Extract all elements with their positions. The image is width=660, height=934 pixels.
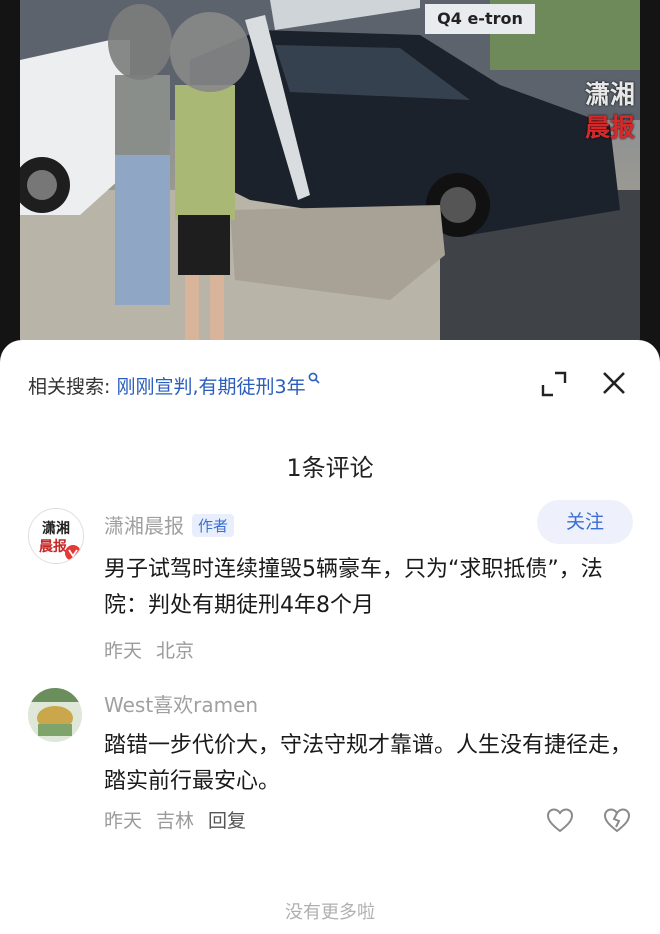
svg-text:晨报: 晨报	[39, 539, 67, 555]
reply-button[interactable]: 回复	[208, 810, 246, 832]
comment-meta: 昨天 北京	[104, 636, 208, 663]
close-icon[interactable]	[600, 369, 628, 397]
video-sign: Q4 e-tron	[425, 4, 535, 34]
dislike-icon[interactable]	[603, 807, 631, 833]
comment-text: 男子试驾时连续撞毁5辆豪车，只为“求职抵债”，法院：判处有期徒刑4年8个月	[104, 557, 603, 618]
author-badge: 作者	[192, 514, 235, 537]
no-more-text: 没有更多啦	[285, 902, 375, 923]
comments-panel: 相关搜索: 刚刚宣判,有期徒刑3年 1条评论 潇湘 晨报 潇湘晨报 作者 关注 男…	[0, 340, 660, 934]
comment-time: 昨天	[104, 810, 143, 832]
comment-username[interactable]: 潇湘晨报 作者	[104, 510, 235, 539]
comment-location: 吉林	[156, 810, 195, 832]
related-search-query[interactable]: 刚刚宣判,有期徒刑3年	[116, 376, 305, 398]
avatar[interactable]	[28, 688, 82, 742]
video-watermark: 潇湘 晨报	[585, 78, 640, 144]
video-player[interactable]: Q4 e-tron 潇湘 晨报	[0, 0, 660, 360]
comment-meta: 昨天 吉林 回复	[104, 806, 260, 833]
avatar[interactable]: 潇湘 晨报	[28, 508, 84, 564]
comment-time: 昨天	[104, 640, 143, 662]
related-search: 相关搜索: 刚刚宣判,有期徒刑3年	[28, 372, 320, 399]
expand-icon[interactable]	[540, 370, 568, 398]
avatar-image	[28, 688, 82, 742]
comment-count: 1条评论	[286, 454, 374, 482]
avatar-logo: 潇湘 晨报	[29, 509, 83, 563]
watermark-line-2: 晨报	[585, 113, 636, 142]
search-icon[interactable]	[308, 372, 320, 384]
video-scene	[20, 0, 640, 340]
video-frame: Q4 e-tron 潇湘 晨报	[20, 0, 640, 340]
comment-text: 踏错一步代价大，守法守规才靠谱。人生没有捷径走，踏实前行最安心。	[104, 733, 633, 794]
watermark-line-1: 潇湘	[585, 80, 636, 109]
comment-username[interactable]: West喜欢ramen	[104, 689, 258, 718]
follow-button[interactable]: 关注	[537, 500, 633, 544]
like-icon[interactable]	[546, 807, 574, 833]
related-search-label: 相关搜索:	[28, 376, 111, 398]
svg-text:潇湘: 潇湘	[42, 520, 70, 537]
comment-location: 北京	[156, 640, 195, 662]
username-text[interactable]: 潇湘晨报	[104, 514, 184, 538]
